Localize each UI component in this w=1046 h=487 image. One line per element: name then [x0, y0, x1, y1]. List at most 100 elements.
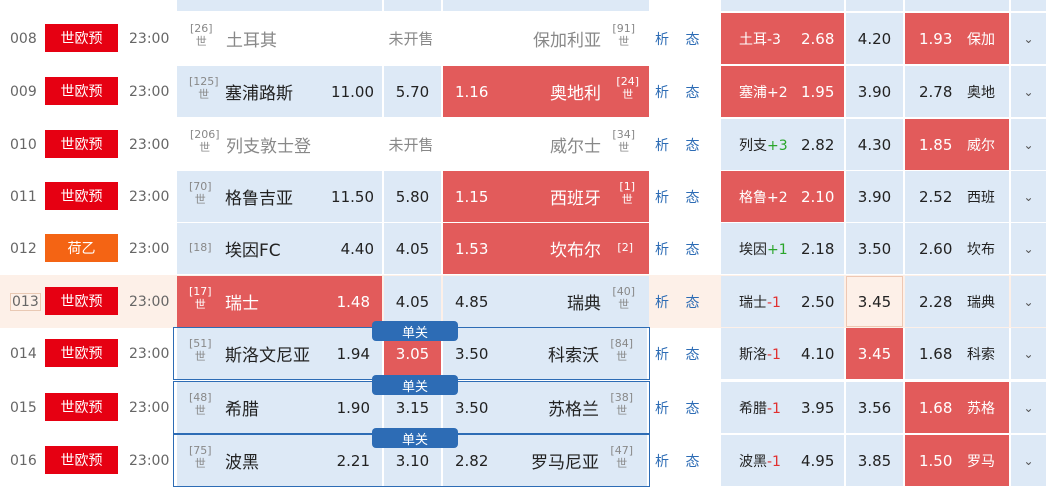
- away-win-cell[interactable]: 1.16 奥地利 [24] 世: [443, 66, 649, 117]
- match-time: 23:00: [129, 136, 170, 153]
- handicap-lose-cell[interactable]: 2.28 瑞典: [905, 276, 1009, 327]
- match-row: 010 世欧预 23:00 [206] 世 列支敦士登 未开售 威尔士 [34] 世…: [0, 118, 1046, 171]
- away-win-cell[interactable]: 3.50 苏格兰 [38] 世: [443, 382, 647, 433]
- league-badge[interactable]: 世欧预: [45, 130, 118, 158]
- away-short-name: 奥地: [967, 84, 995, 101]
- chevron-down-icon[interactable]: ⌄: [1011, 382, 1046, 433]
- analysis-link[interactable]: 析 态: [655, 275, 705, 328]
- chevron-down-icon[interactable]: ⌄: [1011, 435, 1046, 486]
- league-badge[interactable]: 世欧预: [45, 77, 118, 105]
- handicap-draw-cell[interactable]: 4.30: [846, 119, 903, 170]
- odds-value: 2.78: [919, 82, 953, 101]
- analysis-link[interactable]: 析 态: [655, 434, 705, 487]
- analysis-link[interactable]: 析 态: [655, 222, 705, 275]
- away-short-name: 科索: [967, 346, 995, 363]
- match-time: 23:00: [129, 30, 170, 47]
- away-win-cell[interactable]: 4.85 瑞典 [40] 世: [443, 276, 649, 327]
- chevron-down-icon[interactable]: ⌄: [1011, 328, 1046, 379]
- home-rank: [70] 世: [189, 180, 212, 206]
- home-win-cell[interactable]: [51] 世 斯洛文尼亚 1.94: [177, 328, 382, 379]
- handicap-draw-cell[interactable]: 3.90: [846, 66, 903, 117]
- handicap-lose-cell[interactable]: 1.50 罗马: [905, 435, 1009, 486]
- handicap-lose-cell[interactable]: 2.60 坎布: [905, 223, 1009, 274]
- handicap-lose-cell[interactable]: 1.85 威尔: [905, 119, 1009, 170]
- league-badge[interactable]: 世欧预: [45, 393, 118, 421]
- handicap-win-cell[interactable]: 波黑-1 4.95: [721, 435, 844, 486]
- match-time: 23:00: [129, 345, 170, 362]
- away-win-cell[interactable]: 3.50 科索沃 [84] 世: [443, 328, 647, 379]
- away-team: 奥地利: [550, 84, 601, 104]
- odds-value: 3.56: [857, 398, 892, 417]
- away-team[interactable]: 保加利亚: [533, 13, 601, 64]
- chevron-down-icon[interactable]: ⌄: [1011, 119, 1046, 170]
- handicap-draw-cell[interactable]: 3.90: [846, 171, 903, 222]
- away-team: 西班牙: [550, 189, 601, 209]
- home-win-cell[interactable]: [17] 世 瑞士 1.48: [177, 276, 382, 327]
- handicap-win-cell[interactable]: 埃因+1 2.18: [721, 223, 844, 274]
- home-team[interactable]: 列支敦士登: [226, 119, 311, 170]
- league-badge[interactable]: 荷乙: [45, 234, 118, 262]
- handicap-draw-cell[interactable]: 3.45: [846, 328, 903, 379]
- handicap-win-cell[interactable]: 塞浦+2 1.95: [721, 66, 844, 117]
- away-win-cell[interactable]: 2.82 罗马尼亚 [47] 世: [443, 435, 647, 486]
- odds-value: 2.50: [801, 292, 835, 311]
- analysis-link[interactable]: 析 态: [655, 381, 705, 434]
- handicap-win-cell[interactable]: 瑞士-1 2.50: [721, 276, 844, 327]
- match-time: 23:00: [129, 399, 170, 416]
- handicap-draw-cell[interactable]: 3.50: [846, 223, 903, 274]
- away-win-cell[interactable]: 1.53 坎布尔 [2]: [443, 223, 649, 274]
- chevron-down-icon[interactable]: ⌄: [1011, 66, 1046, 117]
- league-badge[interactable]: 世欧预: [45, 339, 118, 367]
- home-win-cell[interactable]: [70] 世 格鲁吉亚 11.50: [177, 171, 382, 222]
- handicap-draw-cell[interactable]: 4.20: [846, 13, 903, 64]
- handicap-win-cell[interactable]: 格鲁+2 2.10: [721, 171, 844, 222]
- chevron-down-icon[interactable]: ⌄: [1011, 276, 1046, 327]
- home-win-cell[interactable]: [125] 世 塞浦路斯 11.00: [177, 66, 382, 117]
- odds-value: 3.95: [801, 398, 835, 417]
- handicap-draw-cell[interactable]: 3.85: [846, 435, 903, 486]
- draw-cell[interactable]: 4.05: [384, 276, 441, 327]
- handicap-draw-cell[interactable]: 3.45: [846, 276, 903, 327]
- home-rank: [51] 世: [189, 337, 212, 363]
- analysis-link[interactable]: 析 态: [655, 327, 705, 380]
- handicap-label: 斯洛-1: [739, 346, 781, 363]
- chevron-down-icon[interactable]: ⌄: [1011, 171, 1046, 222]
- match-row: 008 世欧预 23:00 [26] 世 土耳其 未开售 保加利亚 [91] 世 析…: [0, 12, 1046, 65]
- away-win-cell[interactable]: 1.15 西班牙 [1] 世: [443, 171, 649, 222]
- handicap-lose-cell[interactable]: 1.68 苏格: [905, 382, 1009, 433]
- analysis-link[interactable]: 析 态: [655, 170, 705, 223]
- analysis-link[interactable]: 析 态: [655, 65, 705, 118]
- away-team[interactable]: 威尔士: [550, 119, 601, 170]
- league-badge[interactable]: 世欧预: [45, 446, 118, 474]
- match-row: 015 世欧预 23:00 [48] 世 希腊 1.90 3.15 3.50 苏格…: [0, 381, 1046, 434]
- home-win-cell[interactable]: [75] 世 波黑 2.21: [177, 435, 382, 486]
- match-row: 016 世欧预 23:00 [75] 世 波黑 2.21 3.10 2.82 罗马…: [0, 434, 1046, 487]
- handicap-lose-cell[interactable]: 2.78 奥地: [905, 66, 1009, 117]
- away-rank: [91] 世: [612, 22, 635, 48]
- league-badge[interactable]: 世欧预: [45, 24, 118, 52]
- handicap-win-cell[interactable]: 土耳-3 2.68: [721, 13, 844, 64]
- odds-value: 2.18: [801, 239, 835, 258]
- chevron-down-icon[interactable]: ⌄: [1011, 13, 1046, 64]
- odds-value: 1.95: [801, 82, 835, 101]
- handicap-lose-cell[interactable]: 1.68 科索: [905, 328, 1009, 379]
- odds-value: 1.68: [919, 344, 953, 363]
- home-win-cell[interactable]: [48] 世 希腊 1.90: [177, 382, 382, 433]
- handicap-win-cell[interactable]: 列支+3 2.82: [721, 119, 844, 170]
- draw-cell[interactable]: 5.80: [384, 171, 441, 222]
- league-badge[interactable]: 世欧预: [45, 287, 118, 315]
- handicap-lose-cell[interactable]: 2.52 西班: [905, 171, 1009, 222]
- handicap-win-cell[interactable]: 希腊-1 3.95: [721, 382, 844, 433]
- home-team[interactable]: 土耳其: [226, 13, 277, 64]
- home-win-cell[interactable]: [18] 埃因FC 4.40: [177, 223, 382, 274]
- chevron-down-icon[interactable]: ⌄: [1011, 223, 1046, 274]
- analysis-link[interactable]: 析 态: [655, 12, 705, 65]
- handicap-draw-cell[interactable]: 3.56: [846, 382, 903, 433]
- league-badge[interactable]: 世欧预: [45, 182, 118, 210]
- handicap-lose-cell[interactable]: 1.93 保加: [905, 13, 1009, 64]
- handicap-win-cell[interactable]: 斯洛-1 4.10: [721, 328, 844, 379]
- draw-cell[interactable]: 4.05: [384, 223, 441, 274]
- analysis-link[interactable]: 析 态: [655, 118, 705, 171]
- odds-value: 4.05: [395, 239, 430, 258]
- draw-cell[interactable]: 5.70: [384, 66, 441, 117]
